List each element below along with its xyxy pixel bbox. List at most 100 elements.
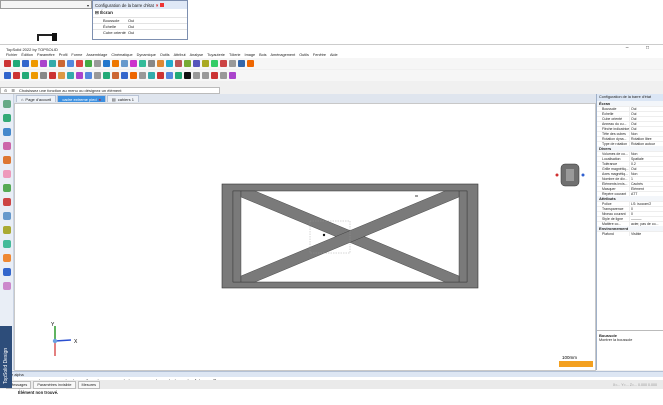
toolbar-tool-icon[interactable] xyxy=(139,60,146,67)
toolbar-tool-icon[interactable] xyxy=(40,60,47,67)
frame-drawing[interactable]: Y X 100mm xyxy=(15,104,595,370)
popup-row-value[interactable]: Oui xyxy=(128,18,134,23)
toolbar-tool-icon[interactable] xyxy=(211,60,218,67)
toolbar-tool-icon[interactable] xyxy=(31,60,38,67)
toolbar-tool-icon[interactable] xyxy=(202,60,209,67)
window-controls[interactable]: – □ xyxy=(626,45,657,51)
property-value[interactable]: Non xyxy=(629,152,663,156)
property-value[interactable]: Oui xyxy=(629,167,663,171)
property-value[interactable]: ATT xyxy=(629,192,663,196)
toolbar-tool-icon[interactable] xyxy=(76,72,83,79)
toolbar-tool-icon[interactable] xyxy=(130,60,137,67)
menu-item[interactable]: Forme xyxy=(71,53,82,57)
toolbar-tool-icon[interactable] xyxy=(4,72,11,79)
menu-item[interactable]: Tôlerie xyxy=(229,53,241,57)
toolbar-tool-icon[interactable] xyxy=(220,72,227,79)
side-tool-icon[interactable] xyxy=(3,170,11,178)
toolbar-tool-icon[interactable] xyxy=(220,60,227,67)
tab-parameters[interactable]: Paramètres invisible xyxy=(33,380,76,389)
property-value[interactable]: Oui xyxy=(629,107,663,111)
side-tool-icon[interactable] xyxy=(3,156,11,164)
tab-cadre[interactable]: cadre extreme pied × xyxy=(57,95,106,102)
view-cube-icon[interactable] xyxy=(555,163,585,187)
property-value[interactable]: Cachés xyxy=(629,182,663,186)
property-row[interactable]: Masquer Élément xyxy=(597,186,663,191)
property-row[interactable]: Tête des cubes Non xyxy=(597,131,663,136)
property-row[interactable]: Rotation dyna... Rotation libre xyxy=(597,136,663,141)
toolbar-tool-icon[interactable] xyxy=(238,60,245,67)
side-tool-icon[interactable] xyxy=(3,212,11,220)
popup-row-value[interactable]: Oui xyxy=(128,24,134,29)
toolbar-tool-icon[interactable] xyxy=(148,72,155,79)
toolbar-tool-icon[interactable] xyxy=(76,60,83,67)
menu-item[interactable]: Outils xyxy=(160,53,170,57)
toolbar-tool-icon[interactable] xyxy=(85,72,92,79)
toolbar-tool-icon[interactable] xyxy=(229,60,236,67)
toolbar-tool-icon[interactable] xyxy=(40,72,47,79)
popup-section-screen[interactable]: ⊟ Écran xyxy=(93,9,187,17)
toolbar-tool-icon[interactable] xyxy=(193,60,200,67)
toolbar-tool-icon[interactable] xyxy=(184,72,191,79)
toolbar-tool-icon[interactable] xyxy=(130,72,137,79)
menu-item[interactable]: Dynamique xyxy=(137,53,156,57)
property-value[interactable]: Oui xyxy=(629,112,663,116)
property-value[interactable]: Élément xyxy=(629,187,663,191)
toolbar-tool-icon[interactable] xyxy=(13,72,20,79)
property-value[interactable]: Rotation libre xyxy=(629,137,663,141)
side-tool-icon[interactable] xyxy=(3,184,11,192)
toolbar-tool-icon[interactable] xyxy=(139,72,146,79)
property-row[interactable]: Volumes de co... Non xyxy=(597,151,663,156)
popup-row[interactable]: Cube orienté Oui xyxy=(93,29,187,35)
toolbar-tool-icon[interactable] xyxy=(13,60,20,67)
help-icon[interactable]: ☰ xyxy=(11,88,15,93)
toolbar-tool-icon[interactable] xyxy=(49,72,56,79)
toolbar-tool-icon[interactable] xyxy=(121,60,128,67)
side-tool-icon[interactable] xyxy=(3,100,11,108)
property-value[interactable]: Visible xyxy=(629,232,663,236)
property-row[interactable]: Localisation Spatiale xyxy=(597,156,663,161)
property-value[interactable]: Spatiale xyxy=(629,157,663,161)
toolbar-tool-icon[interactable] xyxy=(103,72,110,79)
toolbar-tool-icon[interactable] xyxy=(94,72,101,79)
property-row[interactable]: Échelle Oui xyxy=(597,111,663,116)
property-value[interactable]: 0.2 xyxy=(629,162,663,166)
property-value[interactable]: 0 xyxy=(629,207,663,211)
popup-row-value[interactable]: Oui xyxy=(128,30,134,35)
3d-viewport[interactable]: Y X 100mm xyxy=(14,103,596,371)
toolbar-tool-icon[interactable] xyxy=(49,60,56,67)
toolbar-tool-icon[interactable] xyxy=(22,60,29,67)
side-tool-icon[interactable] xyxy=(3,114,11,122)
property-row[interactable]: Grille magnétiq... Oui xyxy=(597,166,663,171)
close-icon[interactable]: × xyxy=(156,3,159,8)
toolbar-tool-icon[interactable] xyxy=(229,72,236,79)
property-value[interactable]: Rotation autour xyxy=(629,142,663,146)
menu-item[interactable]: Analyse xyxy=(190,53,204,57)
menu-item[interactable]: Paramètre xyxy=(37,53,55,57)
toolbar-tool-icon[interactable] xyxy=(157,60,164,67)
toolbar-tool-icon[interactable] xyxy=(103,60,110,67)
pin-icon[interactable] xyxy=(160,3,165,7)
menu-item[interactable]: Image xyxy=(245,53,256,57)
property-row[interactable]: Police LS: isocom/2 xyxy=(597,201,663,206)
toolbar-tool-icon[interactable] xyxy=(67,60,74,67)
toolbar-tool-icon[interactable] xyxy=(58,60,65,67)
toolbar-tool-icon[interactable] xyxy=(31,72,38,79)
property-row[interactable]: Boussole Oui xyxy=(597,106,663,111)
toolbar-tool-icon[interactable] xyxy=(112,72,119,79)
menu-item[interactable]: Attribut xyxy=(174,53,186,57)
toolbar-tool-icon[interactable] xyxy=(85,60,92,67)
toolbar-tool-icon[interactable] xyxy=(166,60,173,67)
menu-item[interactable]: Fichier xyxy=(6,53,17,57)
side-tool-icon[interactable] xyxy=(3,240,11,248)
property-value[interactable]: LS: isocom/2 xyxy=(629,202,663,206)
toolbar-tool-icon[interactable] xyxy=(148,60,155,67)
toolbar-tool-icon[interactable] xyxy=(22,72,29,79)
menu-item[interactable]: Profil xyxy=(59,53,68,57)
toolbar-tool-icon[interactable] xyxy=(121,72,128,79)
property-row[interactable]: Niveau courant 0 xyxy=(597,211,663,216)
menu-item[interactable]: Édition xyxy=(21,53,33,57)
menu-item[interactable]: Aide xyxy=(330,53,338,57)
menu-item[interactable]: Fenêtre xyxy=(313,53,326,57)
menu-item[interactable]: Bois xyxy=(259,53,266,57)
chevron-down-icon[interactable]: ▾ xyxy=(87,3,89,8)
